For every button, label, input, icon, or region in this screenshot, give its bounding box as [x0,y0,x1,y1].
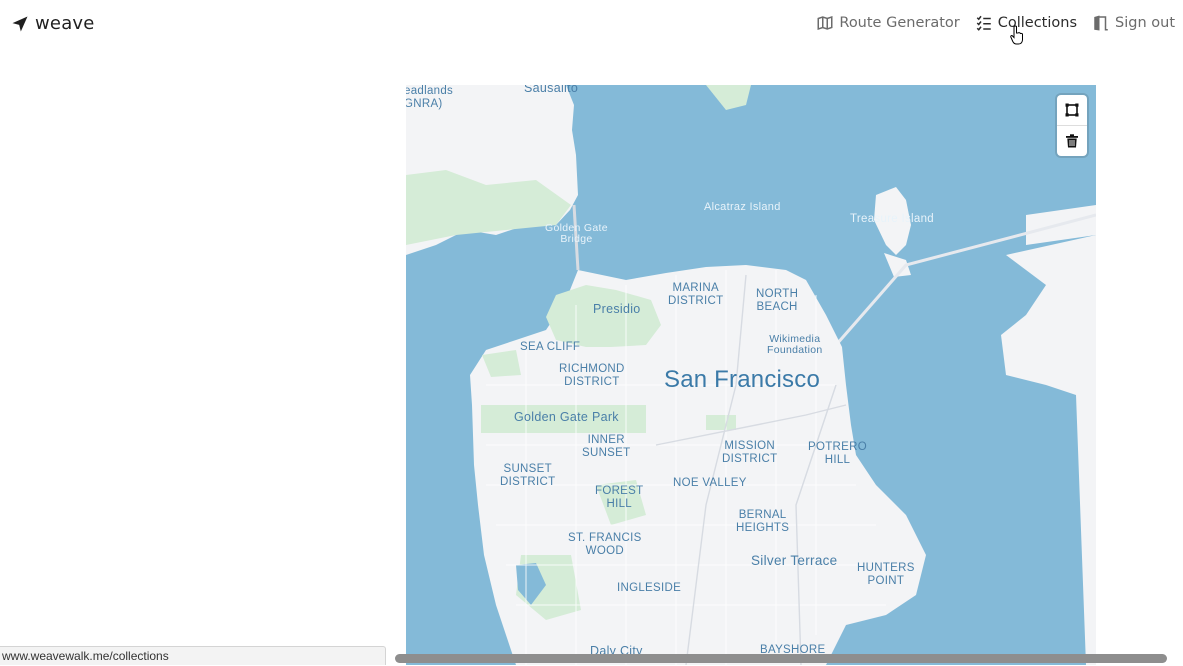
map-label-potrero: POTRERO HILL [808,441,867,466]
map-label-alcatraz: Alcatraz Island [704,201,781,213]
nav-route-generator[interactable]: Route Generator [816,14,960,32]
status-bar-url: www.weavewalk.me/collections [0,646,386,665]
brand-logo[interactable]: weave [10,13,95,34]
trash-icon [1066,134,1078,148]
map-label-hunters-point: HUNTERS POINT [857,562,915,587]
horizontal-scrollbar[interactable] [395,654,1167,663]
nav-sign-out[interactable]: Sign out [1092,14,1175,32]
map-label-mission: MISSION DISTRICT [722,440,778,465]
map-label-st-francis: ST. FRANCIS WOOD [568,532,642,557]
nav-sign-out-label: Sign out [1115,15,1175,31]
map-label-forest-hill: FOREST HILL [595,485,644,510]
map-label-north-beach: NORTH BEACH [756,288,799,313]
map-label-richmond: RICHMOND DISTRICT [559,363,625,388]
map-label-inner-sunset: INNER SUNSET [582,434,631,459]
brand-name: weave [35,13,95,34]
pointer-cursor-icon [1010,25,1023,45]
draw-polygon-button[interactable] [1057,95,1087,125]
map-label-golden-gate-bridge: Golden Gate Bridge [545,222,608,245]
map-label-sunset: SUNSET DISTRICT [500,463,556,488]
map-label-sausalito: Sausalito [524,85,579,95]
nav-route-generator-label: Route Generator [839,15,960,31]
main-nav: Route Generator Collections Sign out [816,14,1175,32]
checklist-icon [976,15,991,31]
navigation-arrow-icon [12,16,28,31]
map-label-presidio: Presidio [593,302,641,316]
polygon-draw-icon [1065,103,1079,117]
map-label-headlands: eadlands GNRA) [406,85,454,110]
map-label-silver-terrace: Silver Terrace [751,553,838,568]
map-label-golden-gate-park: Golden Gate Park [514,410,619,424]
nav-collections[interactable]: Collections [975,14,1077,32]
map-draw-controls [1057,95,1087,156]
top-navbar: weave Route Generator Collections Sign o… [0,0,1183,48]
map-label-ingleside: INGLESIDE [617,582,682,594]
map-label-sea-cliff: SEA CLIFF [520,341,581,353]
map-label-city: San Francisco [664,366,820,393]
map-label-noe-valley: NOE VALLEY [673,477,747,489]
map-icon [817,15,833,31]
map-label-treasure-island: Treasure Island [850,213,934,225]
map-label-wikimedia: Wikimedia Foundation [767,333,823,356]
map-label-marina: MARINA DISTRICT [668,282,724,307]
door-exit-icon [1094,15,1108,31]
map-label-bernal: BERNAL HEIGHTS [736,509,790,534]
delete-shape-button[interactable] [1057,125,1087,156]
map-view[interactable]: eadlands GNRA) Sausalito Alcatraz Island … [406,85,1096,665]
